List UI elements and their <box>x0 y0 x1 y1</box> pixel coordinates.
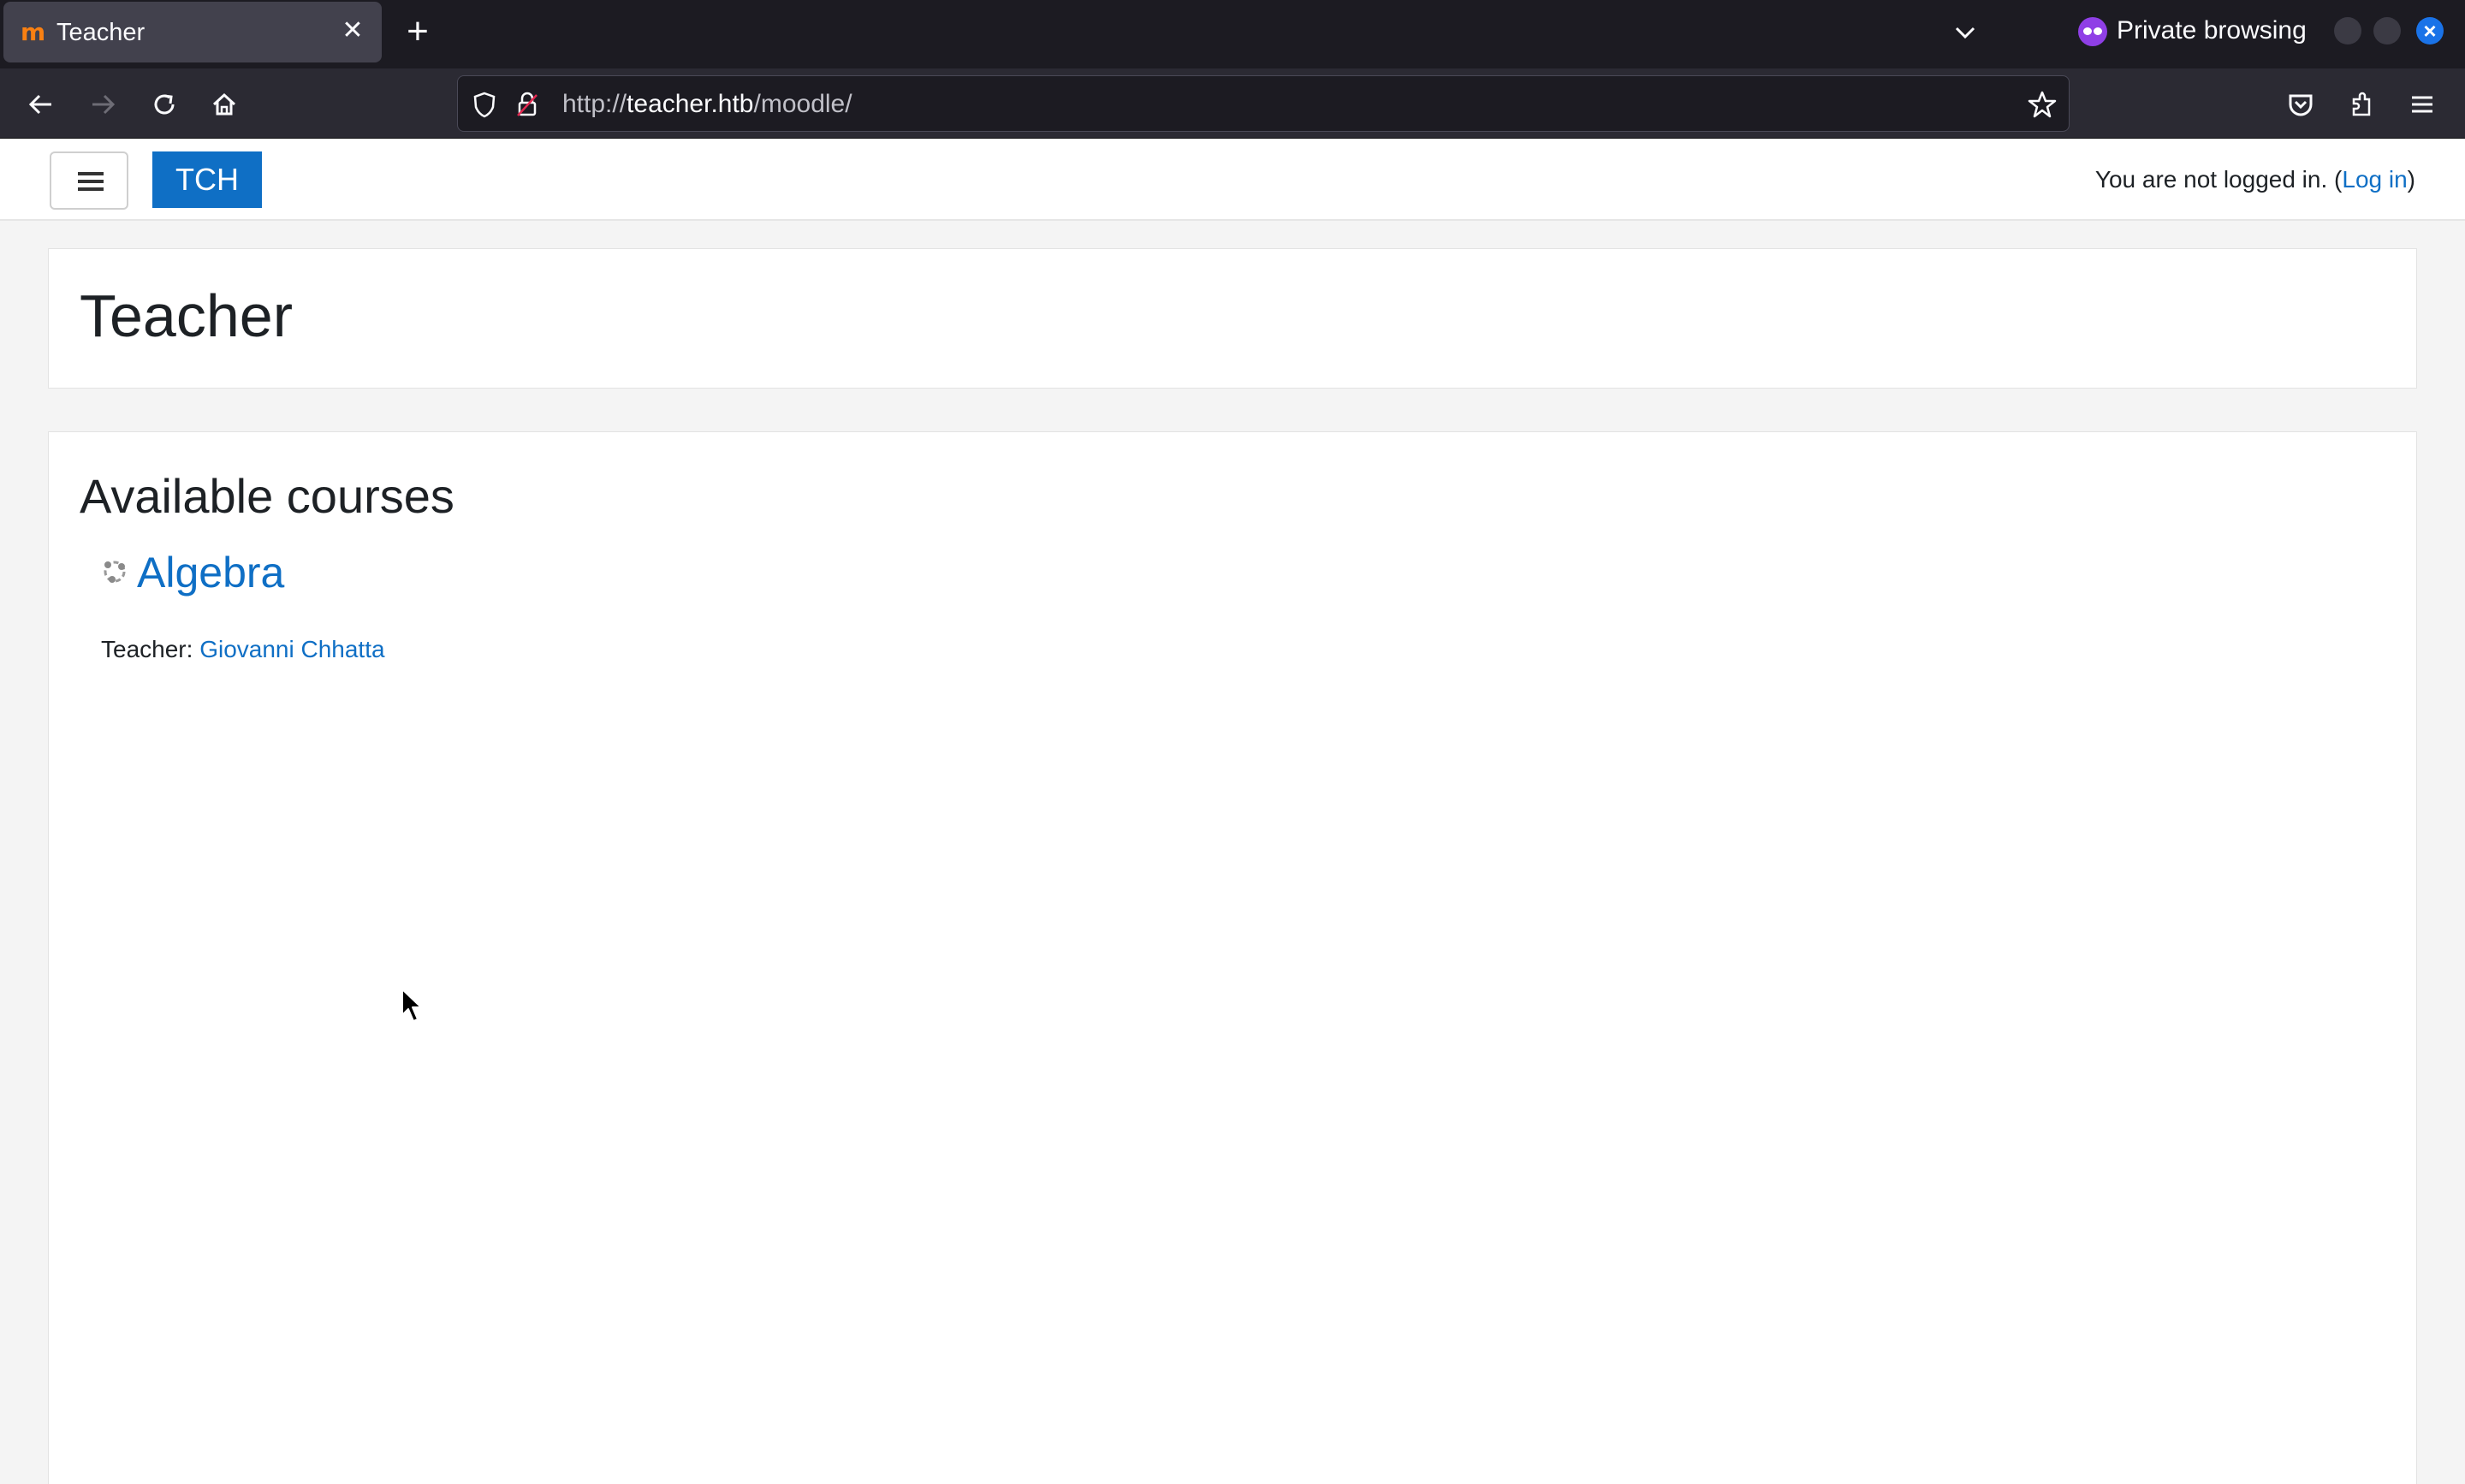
home-icon[interactable] <box>205 86 243 123</box>
course-icon <box>104 561 126 583</box>
login-suffix: ) <box>2407 166 2415 193</box>
login-link[interactable]: Log in <box>2342 166 2407 193</box>
login-prefix: You are not logged in. ( <box>2094 166 2343 193</box>
url-host: teacher.htb <box>627 90 754 118</box>
app-menu-hamburger-icon[interactable] <box>2403 86 2441 123</box>
reload-icon[interactable] <box>146 86 183 123</box>
nav-drawer-toggle-button[interactable] <box>50 151 128 210</box>
close-tab-icon[interactable]: ✕ <box>337 15 368 46</box>
bookmark-star-icon[interactable] <box>2026 88 2058 121</box>
window-maximize-button[interactable] <box>2373 17 2401 45</box>
main-content: Available courses Algebra Teacher: Giova… <box>48 431 2417 1484</box>
hamburger-icon-bar <box>78 187 104 191</box>
page-title: Teacher <box>80 282 294 349</box>
course-teacher-line: Teacher: Giovanni Chhatta <box>101 634 385 665</box>
new-tab-button[interactable]: + <box>399 13 437 51</box>
window-minimize-button[interactable] <box>2334 17 2361 45</box>
page-header: Teacher <box>48 248 2417 389</box>
browser-tab-strip: m Teacher ✕ + Private browsing × <box>0 0 2465 68</box>
tab-title: Teacher <box>56 19 146 46</box>
hamburger-icon-bar <box>78 180 104 183</box>
insecure-lock-icon[interactable] <box>511 88 543 121</box>
site-brand-link[interactable]: TCH <box>152 151 262 208</box>
url-path: /moodle/ <box>753 90 852 118</box>
course-link-algebra[interactable]: Algebra <box>137 547 284 598</box>
teacher-name-link[interactable]: Giovanni Chhatta <box>199 636 384 662</box>
back-arrow-icon[interactable] <box>22 86 60 123</box>
extensions-puzzle-icon[interactable] <box>2343 86 2381 123</box>
window-close-button[interactable]: × <box>2416 17 2444 45</box>
url-text[interactable]: http://teacher.htb/moodle/ <box>562 88 852 121</box>
url-protocol: http:// <box>562 90 627 118</box>
private-browsing-label: Private browsing <box>2117 16 2307 45</box>
address-bar[interactable]: http://teacher.htb/moodle/ <box>457 75 2070 132</box>
chevron-down-icon[interactable] <box>1946 14 1984 51</box>
available-courses-heading: Available courses <box>80 469 454 523</box>
mouse-cursor-icon <box>401 988 422 1022</box>
private-browsing-icon <box>2078 17 2107 46</box>
hamburger-icon <box>78 172 104 175</box>
teacher-label: Teacher: <box>101 636 193 662</box>
pocket-icon[interactable] <box>2282 86 2319 123</box>
browser-tab-active[interactable]: m Teacher ✕ <box>3 2 382 62</box>
browser-navbar: http://teacher.htb/moodle/ <box>0 68 2465 139</box>
moodle-favicon-icon: m <box>21 18 46 46</box>
shield-icon[interactable] <box>468 88 501 121</box>
site-topbar: TCH You are not logged in. (Log in) <box>0 139 2465 221</box>
forward-arrow-icon[interactable] <box>84 86 122 123</box>
login-info: You are not logged in. (Log in) <box>2095 163 2415 197</box>
